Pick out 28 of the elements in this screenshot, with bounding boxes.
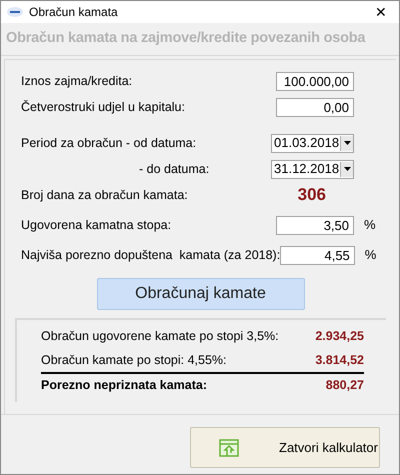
window-title: Obračun kamata [29, 4, 119, 21]
input-field[interactable]: 4,55 [280, 246, 355, 264]
field-label: Četverostruki udjel u kapitalu: [21, 98, 185, 116]
app-icon [7, 7, 23, 17]
date-picker[interactable]: 31.12.2018 [271, 160, 354, 178]
close-calculator-button[interactable]: Zatvori kalkulator [190, 427, 380, 468]
field-label: Broj dana za obračun kamata: [21, 186, 188, 204]
unit-label: % [364, 217, 376, 232]
input-field[interactable]: 0,00 [276, 98, 354, 116]
day-count: 306 [298, 184, 326, 206]
unit-label: % [364, 247, 376, 262]
result-value: 2.934,25 [315, 328, 364, 345]
field-label: Period za obračun - od datuma: [21, 134, 196, 152]
field-label: Ugovorena kamatna stopa: [21, 216, 172, 234]
field-label: Iznos zajma/kredita: [21, 72, 132, 90]
input-field[interactable]: 3,50 [276, 216, 354, 234]
result-value: 880,27 [326, 376, 364, 394]
result-label: Porezno nepriznata kamata: [41, 376, 208, 394]
result-label: Obračun ugovorene kamate po stopi 3,5%: [41, 328, 280, 345]
page-heading: Obračun kamata na zajmove/kredite povezanih osoba [6, 29, 366, 48]
result-label: Obračun kamate po stopi: 4,55%: [41, 352, 228, 369]
field-label: Najviša porezno dopuštena kamata (za 2018): [21, 246, 280, 264]
calculate-button[interactable]: Obračunaj kamate [96, 278, 304, 310]
close-button[interactable]: ✕ [369, 2, 393, 22]
field-label: - do datuma: [139, 160, 210, 178]
input-field[interactable]: 100.000,00 [276, 72, 354, 90]
result-value: 3.814,52 [315, 352, 364, 369]
date-picker[interactable]: 01.03.2018 [271, 134, 354, 152]
